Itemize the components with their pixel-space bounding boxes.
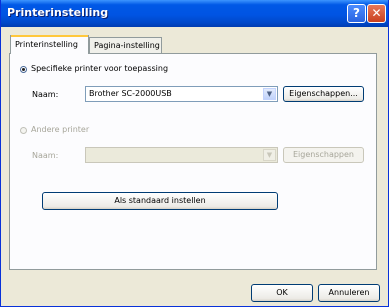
other-printer-select[interactable]: ▼ [85, 147, 278, 163]
chevron-down-icon[interactable]: ▼ [263, 88, 276, 100]
other-name-label: Naam: [32, 151, 59, 160]
window-title: Printerinstelling [7, 6, 109, 19]
name-label: Naam: [32, 90, 59, 99]
printer-settings-dialog: Printerinstelling ? ✕ Printerinstelling … [0, 0, 389, 307]
close-button[interactable]: ✕ [367, 4, 386, 23]
tab-printer-settings[interactable]: Printerinstelling [10, 35, 89, 54]
close-icon: ✕ [371, 6, 382, 20]
properties-button[interactable]: Eigenschappen... [283, 86, 364, 102]
other-properties-button[interactable]: Eigenschappen [283, 147, 364, 163]
other-printer-label[interactable]: Andere printer [31, 125, 89, 134]
printer-select-value: Brother SC-2000USB [89, 89, 172, 98]
chevron-down-icon[interactable]: ▼ [263, 149, 276, 161]
help-button[interactable]: ? [347, 4, 366, 23]
title-bar[interactable]: Printerinstelling ? ✕ [1, 0, 388, 27]
cancel-button[interactable]: Annuleren [318, 284, 380, 302]
tab-panel: Specifieke printer voor toepassing Naam:… [9, 53, 377, 270]
ok-button[interactable]: OK [251, 284, 313, 302]
tab-page-settings[interactable]: Pagina-instelling [89, 37, 162, 53]
help-icon: ? [353, 6, 360, 20]
set-default-button[interactable]: Als standaard instellen [42, 192, 278, 210]
other-printer-radio[interactable] [20, 127, 27, 134]
specific-printer-label[interactable]: Specifieke printer voor toepassing [31, 64, 168, 73]
specific-printer-radio[interactable] [20, 66, 27, 73]
printer-select[interactable]: Brother SC-2000USB ▼ [85, 86, 278, 102]
